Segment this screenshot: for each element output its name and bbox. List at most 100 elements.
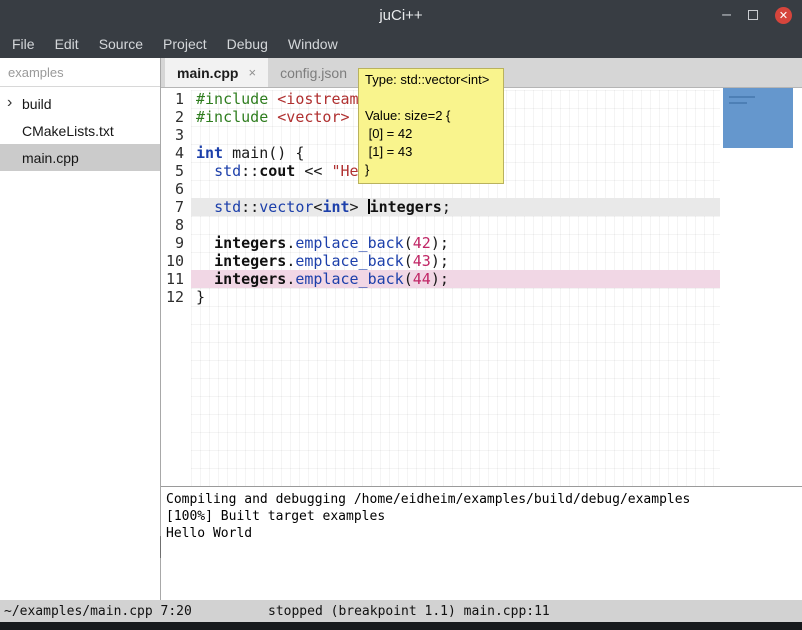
line-number[interactable]: 10 <box>161 252 184 270</box>
tree-item-main.cpp[interactable]: main.cpp <box>0 144 160 171</box>
code-token <box>196 270 214 288</box>
line-number[interactable]: 7 <box>161 198 184 216</box>
code-token: . <box>286 252 295 270</box>
code-token: :: <box>241 162 259 180</box>
menu-edit[interactable]: Edit <box>45 30 89 58</box>
line-number[interactable]: 8 <box>161 216 184 234</box>
minimize-icon[interactable]: – <box>722 7 731 23</box>
code-token: ); <box>431 234 449 252</box>
restore-icon[interactable] <box>748 10 758 20</box>
code-token: vector <box>259 198 313 216</box>
menu-file[interactable]: File <box>2 30 45 58</box>
window-title: juCi++ <box>379 7 422 24</box>
code-line-12[interactable]: } <box>191 288 720 306</box>
code-token: << <box>295 162 331 180</box>
code-token: emplace_back <box>295 270 403 288</box>
code-token: ( <box>404 270 413 288</box>
menu-project[interactable]: Project <box>153 30 217 58</box>
code-token: . <box>286 270 295 288</box>
code-line-8[interactable] <box>191 216 720 234</box>
tooltip-value-line: Value: size=2 { <box>365 107 497 125</box>
terminal-output[interactable]: Compiling and debugging /home/eidheim/ex… <box>161 487 802 600</box>
code-token: #include <box>196 108 268 126</box>
sidebar-header: examples <box>0 58 160 87</box>
tree-item-label: build <box>22 96 52 112</box>
line-number[interactable]: 11 <box>161 270 184 288</box>
line-number[interactable]: 3 <box>161 126 184 144</box>
code-token: integers <box>370 198 442 216</box>
terminal-line: Hello World <box>166 525 797 542</box>
tree-item-CMakeLists.txt[interactable]: CMakeLists.txt <box>0 117 160 144</box>
code-token: emplace_back <box>295 252 403 270</box>
tab-main.cpp[interactable]: main.cpp × <box>165 58 268 87</box>
code-token: 44 <box>413 270 431 288</box>
code-token <box>268 108 277 126</box>
line-number-gutter[interactable]: 123456789101112 <box>161 90 191 486</box>
titlebar[interactable]: juCi++ – ✕ <box>0 0 802 30</box>
code-token: } <box>196 288 205 306</box>
statusbar: ~/examples/main.cpp 7:20 stopped (breakp… <box>0 600 802 622</box>
close-icon[interactable]: ✕ <box>775 7 792 24</box>
tab-close-icon[interactable]: × <box>248 65 256 80</box>
code-token: ( <box>404 234 413 252</box>
line-number[interactable]: 1 <box>161 90 184 108</box>
window-controls: – ✕ <box>722 0 792 30</box>
code-line-11[interactable]: integers.emplace_back(44); <box>191 270 720 288</box>
file-tree: › build CMakeLists.txt main.cpp <box>0 87 160 171</box>
code-token <box>196 234 214 252</box>
code-token <box>268 90 277 108</box>
code-line-10[interactable]: integers.emplace_back(43); <box>191 252 720 270</box>
debug-value-tooltip: Type: std::vector<int> Value: size=2 { [… <box>358 68 504 184</box>
status-file-position: ~/examples/main.cpp 7:20 <box>4 604 192 619</box>
code-token <box>196 198 214 216</box>
tooltip-value-block: Value: size=2 { [0] = 42 [1] = 43} <box>365 107 497 179</box>
code-token: cout <box>259 162 295 180</box>
code-token: ( <box>404 252 413 270</box>
line-number[interactable]: 6 <box>161 180 184 198</box>
tab-label: main.cpp <box>177 65 238 81</box>
bottom-strip <box>0 622 802 630</box>
tooltip-value-line: [1] = 43 <box>365 143 497 161</box>
code-token: main() { <box>223 144 304 162</box>
code-token: std <box>214 198 241 216</box>
code-token: int <box>196 144 223 162</box>
line-number[interactable]: 2 <box>161 108 184 126</box>
status-debug-state: stopped (breakpoint 1.1) main.cpp:11 <box>268 604 550 619</box>
code-token: ); <box>431 270 449 288</box>
tab-label: config.json <box>280 65 347 81</box>
line-number[interactable]: 5 <box>161 162 184 180</box>
code-token: emplace_back <box>295 234 403 252</box>
terminal-line: Compiling and debugging /home/eidheim/ex… <box>166 491 797 508</box>
code-token: #include <box>196 90 268 108</box>
chevron-right-icon[interactable]: › <box>7 94 12 112</box>
terminal-line: [100%] Built target examples <box>166 508 797 525</box>
tree-item-label: CMakeLists.txt <box>22 123 114 139</box>
code-token: integers <box>214 234 286 252</box>
code-token: ; <box>442 198 451 216</box>
code-token: :: <box>241 198 259 216</box>
code-token <box>196 162 214 180</box>
code-token: integers <box>214 270 286 288</box>
menu-window[interactable]: Window <box>278 30 348 58</box>
code-token <box>196 252 214 270</box>
code-token: integers <box>214 252 286 270</box>
tooltip-type-line: Type: std::vector<int> <box>365 72 497 87</box>
code-token: std <box>214 162 241 180</box>
file-sidebar: examples › build CMakeLists.txt main.cpp <box>0 58 161 600</box>
minimap[interactable] <box>723 88 793 148</box>
menu-source[interactable]: Source <box>89 30 153 58</box>
code-line-7[interactable]: std::vector<int> integers; <box>191 198 720 216</box>
code-token: <vector> <box>277 108 349 126</box>
code-token: 42 <box>413 234 431 252</box>
code-token: int <box>322 198 349 216</box>
menu-debug[interactable]: Debug <box>217 30 278 58</box>
code-token: ); <box>431 252 449 270</box>
line-number[interactable]: 9 <box>161 234 184 252</box>
tooltip-value-line: [0] = 42 <box>365 125 497 143</box>
line-number[interactable]: 12 <box>161 288 184 306</box>
line-number[interactable]: 4 <box>161 144 184 162</box>
code-token: > <box>350 198 368 216</box>
tree-item-build[interactable]: › build <box>0 90 160 117</box>
code-token: . <box>286 234 295 252</box>
code-line-9[interactable]: integers.emplace_back(42); <box>191 234 720 252</box>
